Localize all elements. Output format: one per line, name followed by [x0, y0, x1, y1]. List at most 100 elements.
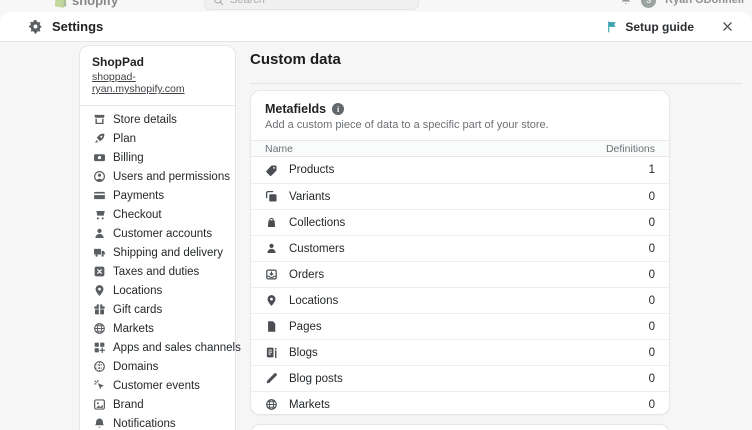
gear-icon	[28, 19, 43, 34]
sidebar-item-customer-events[interactable]: Customer events	[86, 376, 229, 395]
metafield-definition-count: 0	[648, 190, 655, 203]
person-icon	[93, 227, 106, 240]
bag-icon	[265, 216, 278, 229]
user-avatar[interactable]: S	[641, 0, 657, 8]
metafield-definition-count: 0	[648, 242, 655, 255]
setup-guide-button[interactable]: Setup guide	[606, 20, 694, 34]
metafield-row-locations[interactable]: Locations 0	[251, 287, 669, 313]
admin-topbar: shopify Search S Ryan ODonnell	[0, 0, 752, 12]
metafield-row-blogs[interactable]: Blogs 0	[251, 339, 669, 365]
metafields-subtitle: Add a custom piece of data to a specific…	[265, 119, 549, 131]
metafield-definition-count: 0	[648, 294, 655, 307]
sidebar-item-label: Checkout	[113, 208, 162, 221]
sidebar-item-label: Markets	[113, 322, 154, 335]
pin-icon	[93, 284, 106, 297]
sidebar-item-plan[interactable]: Plan	[86, 129, 229, 148]
pin-icon	[265, 294, 278, 307]
sidebar-item-label: Billing	[113, 151, 144, 164]
sidebar-item-shipping-and-delivery[interactable]: Shipping and delivery	[86, 243, 229, 262]
search-icon	[213, 0, 224, 6]
sidebar-item-label: Domains	[113, 360, 159, 373]
gift-icon	[93, 303, 106, 316]
sidebar-item-checkout[interactable]: Checkout	[86, 205, 229, 224]
bell-icon	[93, 417, 106, 430]
sidebar-item-users-and-permissions[interactable]: Users and permissions	[86, 167, 230, 186]
blog-icon	[265, 346, 278, 359]
page-icon	[265, 320, 278, 333]
sidebar-item-label: Plan	[113, 132, 137, 145]
tax-square-icon	[93, 265, 106, 278]
truck-icon	[93, 246, 106, 259]
shopify-logo-text: shopify	[72, 0, 119, 8]
metafield-row-label: Collections	[289, 216, 346, 229]
sidebar-item-label: Locations	[113, 284, 163, 297]
metafield-row-variants[interactable]: Variants 0	[251, 183, 669, 209]
globe-icon	[93, 322, 106, 335]
sidebar-item-label: Customer events	[113, 379, 200, 392]
globe-icon	[265, 398, 278, 411]
sidebar-item-label: Payments	[113, 189, 165, 202]
sidebar-item-label: Brand	[113, 398, 144, 411]
bill-icon	[93, 151, 106, 164]
metafield-row-blog-posts[interactable]: Blog posts 0	[251, 365, 669, 391]
metafield-row-label: Blog posts	[289, 372, 343, 385]
store-header: ShopPad shoppad-ryan.myshopify.com	[80, 46, 235, 106]
column-name: Name	[265, 142, 294, 155]
metafield-row-markets[interactable]: Markets 0	[251, 391, 669, 414]
column-definitions: Definitions	[605, 142, 655, 155]
metafield-row-label: Variants	[289, 190, 331, 203]
search-input[interactable]: Search	[204, 0, 419, 10]
sidebar-item-store-details[interactable]: Store details	[86, 110, 229, 129]
info-icon[interactable]: i	[332, 103, 345, 115]
sidebar-item-label: Store details	[113, 113, 177, 126]
flag-icon	[606, 20, 618, 33]
sidebar-item-domains[interactable]: Domains	[86, 357, 229, 376]
metafields-title: Metafields	[265, 102, 327, 116]
close-icon[interactable]	[718, 18, 736, 36]
store-domain-link[interactable]: shoppad-ryan.myshopify.com	[92, 71, 223, 95]
metafield-row-products[interactable]: Products 1	[251, 157, 669, 183]
sidebar-item-customer-accounts[interactable]: Customer accounts	[86, 224, 229, 243]
metafield-row-label: Pages	[289, 320, 322, 333]
sidebar-item-label: Apps and sales channels	[113, 341, 241, 354]
sidebar-item-payments[interactable]: Payments	[86, 186, 229, 205]
sidebar-item-taxes-and-duties[interactable]: Taxes and duties	[86, 262, 229, 281]
next-card-peek	[250, 424, 670, 430]
metafield-definition-count: 0	[648, 320, 655, 333]
title-divider	[250, 83, 742, 84]
pencil-icon	[265, 372, 278, 385]
setup-guide-label: Setup guide	[625, 19, 694, 34]
settings-sidebar: ShopPad shoppad-ryan.myshopify.com Store…	[79, 45, 241, 430]
metafield-row-collections[interactable]: Collections 0	[251, 209, 669, 235]
apps-grid-icon	[93, 341, 106, 354]
metafield-row-orders[interactable]: Orders 0	[251, 261, 669, 287]
cart-icon	[93, 208, 106, 221]
user-name[interactable]: Ryan ODonnell	[665, 0, 744, 6]
notifications-bell-icon[interactable]	[620, 0, 632, 6]
search-placeholder: Search	[230, 0, 265, 6]
metafield-row-label: Customers	[289, 242, 345, 255]
settings-header: Settings Setup guide	[0, 12, 752, 42]
sidebar-item-apps-and-sales-channels[interactable]: Apps and sales channels	[86, 338, 241, 357]
metafield-row-label: Markets	[289, 398, 330, 411]
credit-card-icon	[93, 189, 106, 202]
metafields-table: Products 1 Variants 0 Collections 0 Customers 0…	[251, 157, 669, 414]
metafield-row-label: Locations	[289, 294, 339, 307]
sidebar-item-locations[interactable]: Locations	[86, 281, 229, 300]
metafield-definition-count: 0	[648, 398, 655, 411]
metafield-row-customers[interactable]: Customers 0	[251, 235, 669, 261]
metafields-table-header: Name Definitions	[251, 140, 669, 157]
sidebar-item-notifications[interactable]: Notifications	[86, 414, 229, 430]
metafield-definition-count: 0	[648, 216, 655, 229]
sidebar-item-gift-cards[interactable]: Gift cards	[86, 300, 229, 319]
sidebar-item-markets[interactable]: Markets	[86, 319, 229, 338]
shopify-logo[interactable]: shopify	[54, 0, 118, 8]
sidebar-item-billing[interactable]: Billing	[86, 148, 229, 167]
tag-icon	[265, 164, 278, 177]
shopify-bag-icon	[54, 0, 67, 8]
page-title: Settings	[52, 19, 104, 34]
metafield-definition-count: 0	[648, 268, 655, 281]
metafield-definition-count: 1	[648, 164, 655, 176]
sidebar-item-brand[interactable]: Brand	[86, 395, 229, 414]
metafield-row-pages[interactable]: Pages 0	[251, 313, 669, 339]
